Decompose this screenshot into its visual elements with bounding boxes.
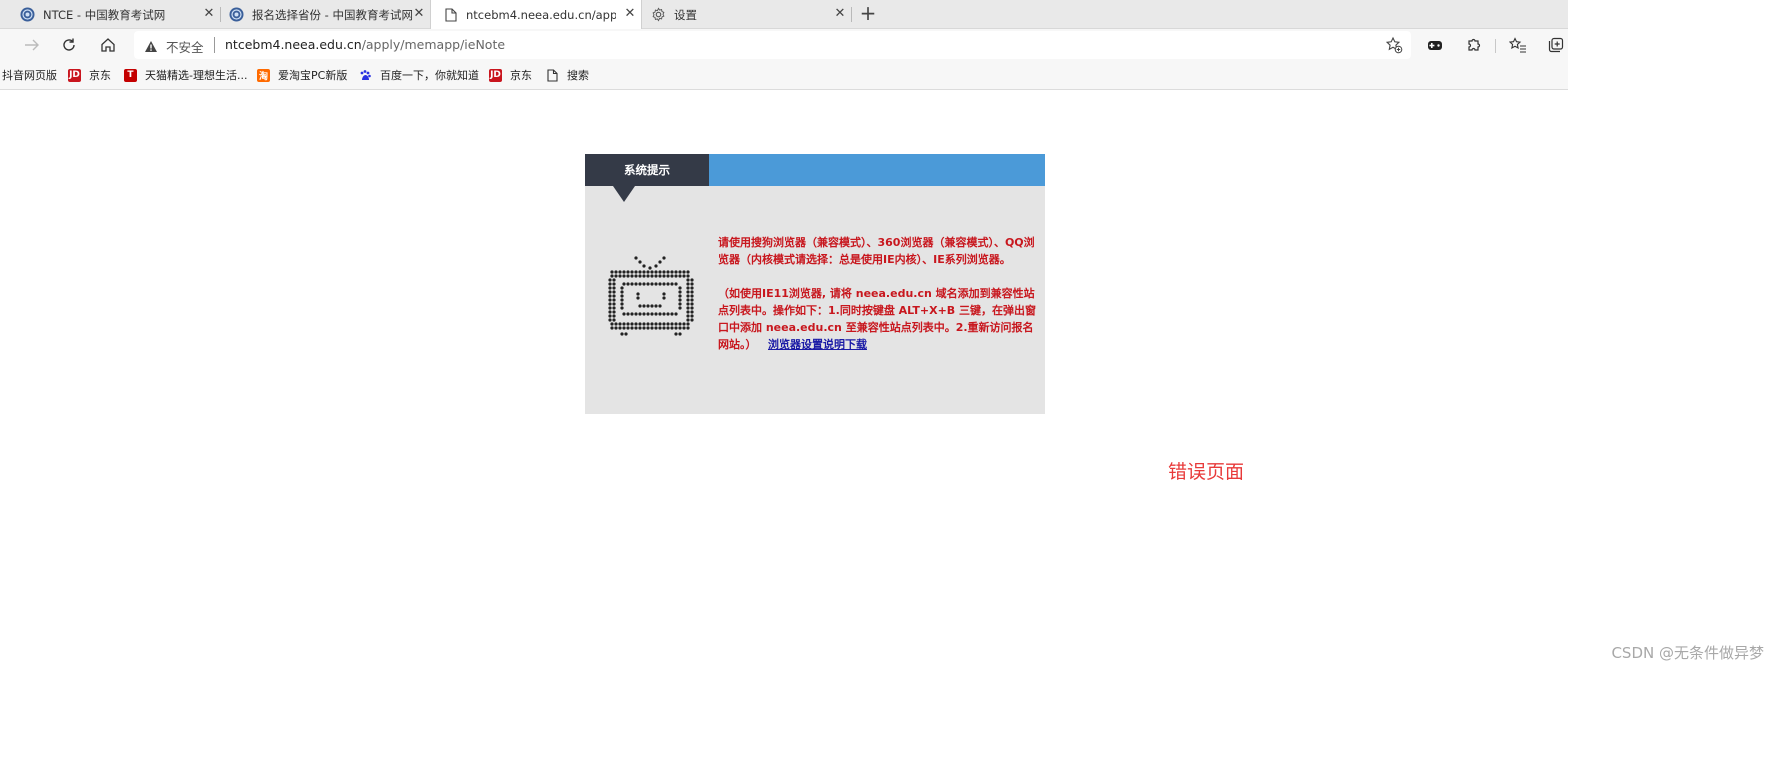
- add-favorite-icon[interactable]: [1385, 36, 1403, 58]
- bookmark-label: 爱淘宝PC新版: [278, 69, 348, 82]
- bookmark-label: 百度一下，你就知道: [380, 69, 479, 82]
- tab-title: 设置: [674, 7, 697, 22]
- home-icon: [101, 38, 115, 52]
- tab-title: 报名选择省份 - 中国教育考试网: [252, 7, 413, 22]
- dialog-title: 系统提示: [585, 154, 709, 186]
- refresh-button[interactable]: [57, 33, 81, 57]
- tab-settings[interactable]: 设置 ✕: [643, 0, 852, 29]
- favorites-button[interactable]: [1506, 33, 1530, 57]
- jd-icon: JD: [68, 68, 81, 82]
- extensions-button[interactable]: [1462, 33, 1486, 57]
- collections-button[interactable]: [1544, 33, 1568, 57]
- bookmark-douyin[interactable]: 抖音网页版: [2, 67, 57, 83]
- bookmark-tmall[interactable]: T 天猫精选-理想生活...: [124, 67, 247, 83]
- tab-strip: NTCE - 中国教育考试网 ✕ 报名选择省份 - 中国教育考试网 ✕ ntce…: [0, 0, 1568, 29]
- collections-icon: [1548, 37, 1564, 53]
- tab-title: NTCE - 中国教育考试网: [43, 7, 166, 22]
- jd-icon: JD: [489, 68, 502, 82]
- url-path: /apply/memapp/ieNote: [361, 37, 506, 52]
- close-icon[interactable]: ✕: [412, 7, 426, 21]
- tab-active-page[interactable]: ntcebm4.neea.edu.cn/apply/mem ✕: [430, 0, 642, 29]
- tab-title: ntcebm4.neea.edu.cn/apply/mem: [466, 7, 616, 22]
- navigation-toolbar: 不安全 ntcebm4.neea.edu.cn/apply/memapp/ieN…: [0, 29, 1568, 61]
- bookmark-jd-2[interactable]: JD 京东: [489, 67, 532, 83]
- favorites-list-icon: [1509, 37, 1526, 53]
- browser-settings-download-link[interactable]: 浏览器设置说明下载: [768, 338, 867, 351]
- home-button[interactable]: [96, 33, 120, 57]
- tmall-icon: T: [124, 68, 137, 82]
- puzzle-icon: [1468, 38, 1481, 51]
- ie11-instruction-body: （如使用IE11浏览器, 请将 neea.edu.cn 域名添加到兼容性站点列表…: [718, 287, 1036, 351]
- toolbar-separator: [1495, 39, 1496, 53]
- page-icon: [443, 7, 458, 22]
- browser-requirement-text: 请使用搜狗浏览器（兼容模式）、360浏览器（兼容模式）、QQ浏览器（内核模式请选…: [718, 236, 1035, 266]
- error-page-annotation: 错误页面: [1168, 461, 1245, 483]
- address-bar[interactable]: 不安全 ntcebm4.neea.edu.cn/apply/memapp/ieN…: [134, 31, 1411, 59]
- bookmark-label: 抖音网页版: [2, 69, 57, 82]
- page-icon: [546, 68, 559, 82]
- ie11-instruction-text: （如使用IE11浏览器, 请将 neea.edu.cn 域名添加到兼容性站点列表…: [718, 285, 1036, 353]
- neea-logo-icon: [20, 7, 35, 22]
- url-text[interactable]: ntcebm4.neea.edu.cn/apply/memapp/ieNote: [225, 37, 505, 52]
- bookmark-jd[interactable]: JD 京东: [68, 67, 111, 83]
- bookmarks-bar: 抖音网页版 JD 京东 T 天猫精选-理想生活... 淘 爱淘宝PC新版 百度一…: [0, 61, 1568, 90]
- url-host: ntcebm4.neea.edu.cn: [225, 37, 362, 52]
- bookmark-label: 天猫精选-理想生活...: [145, 69, 248, 82]
- neea-logo-icon: [229, 7, 244, 22]
- tab-separator: [851, 7, 852, 22]
- csdn-watermark: CSDN @无条件做异梦: [1611, 644, 1764, 662]
- tv-icon: [606, 254, 696, 344]
- game-controller-icon: [1428, 41, 1442, 50]
- bookmark-baidu[interactable]: 百度一下，你就知道: [359, 67, 479, 83]
- close-icon[interactable]: ✕: [202, 7, 216, 21]
- arrow-right-icon: [25, 39, 39, 51]
- close-icon[interactable]: ✕: [833, 7, 847, 21]
- warning-icon[interactable]: [144, 38, 158, 57]
- tab-province-select[interactable]: 报名选择省份 - 中国教育考试网 ✕: [220, 0, 430, 29]
- refresh-icon: [63, 38, 75, 51]
- extension-button[interactable]: [1423, 33, 1447, 57]
- forward-button[interactable]: [20, 33, 44, 57]
- baidu-icon: [359, 69, 372, 82]
- gear-icon: [651, 7, 666, 22]
- bookmark-taobao[interactable]: 淘 爱淘宝PC新版: [257, 67, 347, 83]
- bookmark-label: 京东: [510, 69, 532, 82]
- bookmark-label: 搜索: [567, 69, 589, 82]
- browser-chrome: NTCE - 中国教育考试网 ✕ 报名选择省份 - 中国教育考试网 ✕ ntce…: [0, 0, 1568, 91]
- bookmark-label: 京东: [89, 69, 111, 82]
- dialog-message: 请使用搜狗浏览器（兼容模式）、360浏览器（兼容模式）、QQ浏览器（内核模式请选…: [718, 234, 1036, 353]
- taobao-icon: 淘: [257, 68, 270, 82]
- system-notice-dialog: 系统提示 请使用搜狗浏览器（兼容模式）、360浏览器（兼容模式）、QQ浏览器（内…: [585, 154, 1045, 414]
- address-divider: [214, 37, 215, 53]
- close-icon[interactable]: ✕: [623, 7, 637, 21]
- dialog-title-pointer: [613, 186, 635, 202]
- tab-ntce[interactable]: NTCE - 中国教育考试网 ✕: [0, 0, 221, 29]
- security-label[interactable]: 不安全: [166, 37, 204, 56]
- new-tab-button[interactable]: +: [857, 3, 879, 24]
- bookmark-search[interactable]: 搜索: [546, 67, 589, 83]
